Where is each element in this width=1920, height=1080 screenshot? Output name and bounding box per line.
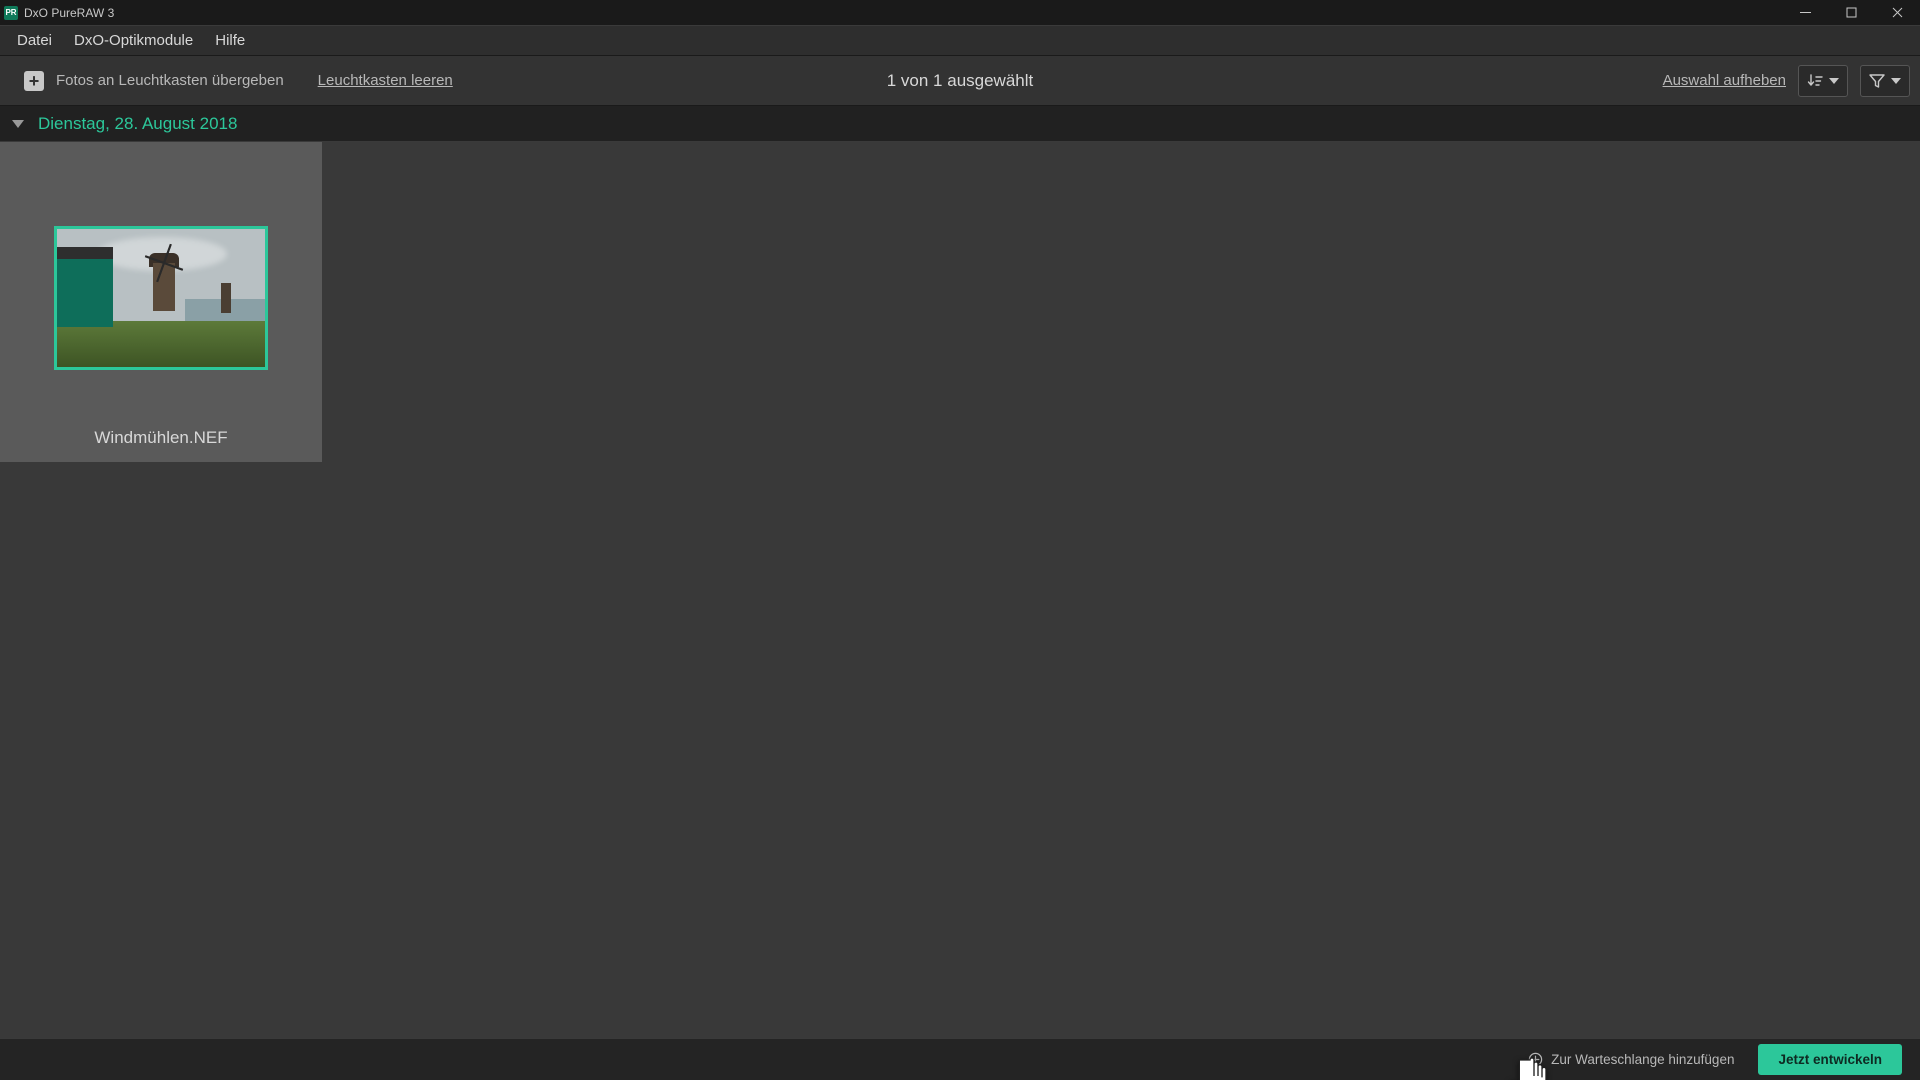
filter-dropdown[interactable] bbox=[1860, 65, 1910, 97]
bottom-bar: Zur Warteschlange hinzufügen Jetzt entwi… bbox=[0, 1038, 1920, 1080]
menu-help[interactable]: Hilfe bbox=[204, 28, 256, 53]
close-icon bbox=[1892, 7, 1903, 18]
clear-lighttable-link[interactable]: Leuchtkasten leeren bbox=[318, 72, 453, 89]
app-icon: PR bbox=[4, 6, 18, 20]
window-minimize-button[interactable] bbox=[1782, 0, 1828, 26]
toolbar: + Fotos an Leuchtkasten übergeben Leucht… bbox=[0, 56, 1920, 106]
app-title: DxO PureRAW 3 bbox=[24, 6, 114, 20]
minimize-icon bbox=[1800, 7, 1811, 18]
deselect-link[interactable]: Auswahl aufheben bbox=[1663, 72, 1786, 89]
chevron-down-icon bbox=[1891, 78, 1901, 84]
add-photos-button[interactable]: + Fotos an Leuchtkasten übergeben bbox=[24, 71, 284, 91]
add-to-queue-button[interactable]: Zur Warteschlange hinzufügen bbox=[1528, 1052, 1734, 1067]
disclosure-triangle-icon bbox=[12, 120, 24, 128]
develop-now-button[interactable]: Jetzt entwickeln bbox=[1758, 1044, 1902, 1075]
window-close-button[interactable] bbox=[1874, 0, 1920, 26]
title-bar: PR DxO PureRAW 3 bbox=[0, 0, 1920, 26]
add-to-queue-label: Zur Warteschlange hinzufügen bbox=[1551, 1052, 1734, 1067]
window-maximize-button[interactable] bbox=[1828, 0, 1874, 26]
add-photos-label: Fotos an Leuchtkasten übergeben bbox=[56, 72, 284, 89]
maximize-icon bbox=[1846, 7, 1857, 18]
thumbnail-filename: Windmühlen.NEF bbox=[94, 428, 227, 448]
chevron-down-icon bbox=[1829, 78, 1839, 84]
plus-icon: + bbox=[24, 71, 44, 91]
thumbnail-cell[interactable]: Windmühlen.NEF bbox=[0, 142, 322, 462]
filter-icon bbox=[1869, 73, 1885, 89]
date-group-label: Dienstag, 28. August 2018 bbox=[38, 114, 237, 134]
selection-status: 1 von 1 ausgewählt bbox=[887, 71, 1034, 91]
lighttable: Windmühlen.NEF bbox=[0, 142, 1920, 1038]
sort-dropdown[interactable] bbox=[1798, 65, 1848, 97]
add-circle-icon bbox=[1528, 1052, 1543, 1067]
thumbnail-image bbox=[54, 226, 268, 370]
menu-optics[interactable]: DxO-Optikmodule bbox=[63, 28, 204, 53]
menu-bar: Datei DxO-Optikmodule Hilfe bbox=[0, 26, 1920, 56]
date-group-header[interactable]: Dienstag, 28. August 2018 bbox=[0, 106, 1920, 142]
menu-file[interactable]: Datei bbox=[6, 28, 63, 53]
sort-icon bbox=[1807, 73, 1823, 89]
